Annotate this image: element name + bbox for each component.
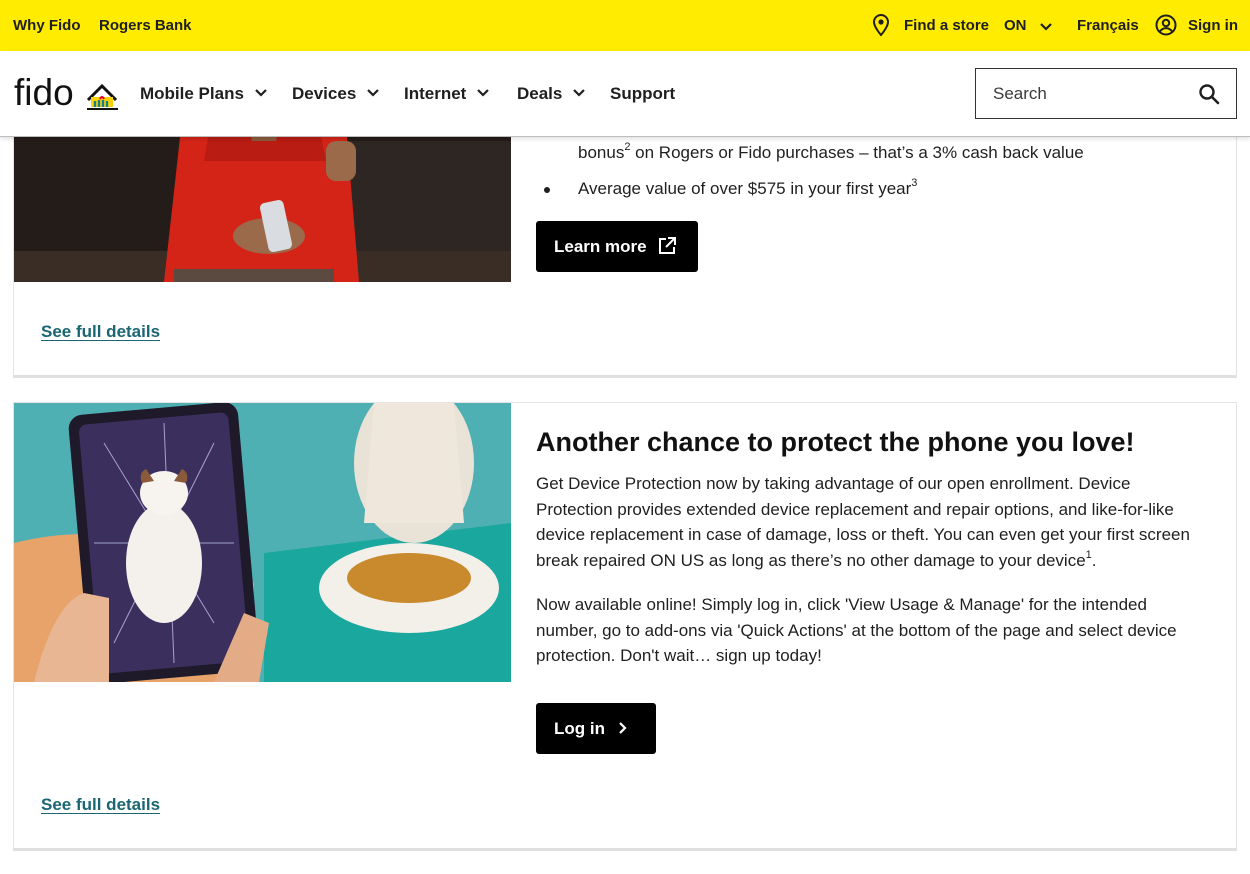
button-label: Learn more: [554, 237, 647, 256]
chevron-down-icon: [366, 83, 380, 103]
see-full-details-link[interactable]: See full details: [41, 322, 160, 342]
nav-support[interactable]: Support: [610, 84, 675, 104]
nav-label: Support: [610, 84, 676, 103]
user-circle-icon[interactable]: [1155, 14, 1177, 41]
search-box: [975, 68, 1237, 119]
chevron-right-icon: [618, 719, 628, 738]
nav-devices[interactable]: Devices: [292, 84, 380, 104]
chevron-down-icon[interactable]: [1039, 19, 1053, 37]
why-fido-link[interactable]: Why Fido: [13, 16, 81, 36]
nav-mobile-plans[interactable]: Mobile Plans: [140, 84, 268, 104]
nav-label: Internet: [404, 84, 467, 103]
location-pin-icon: [871, 13, 891, 42]
list-item: bonus2 on Rogers or Fido purchases – tha…: [578, 141, 1084, 162]
language-toggle[interactable]: Français: [1077, 16, 1139, 36]
main-header: fido Mobile Plans Devices Internet Deals…: [0, 51, 1250, 137]
nav-deals[interactable]: Deals: [517, 84, 586, 104]
rogers-bank-link[interactable]: Rogers Bank: [99, 16, 192, 36]
sign-in-link[interactable]: Sign in: [1188, 16, 1238, 36]
search-input[interactable]: [976, 69, 1191, 118]
utility-bar: Why Fido Rogers Bank Find a store ON Fra…: [0, 0, 1250, 51]
logo-text: fido: [14, 75, 74, 113]
nav-label: Mobile Plans: [140, 84, 244, 103]
nav-internet[interactable]: Internet: [404, 84, 490, 104]
dog-on-cracked-phone-image: [14, 403, 511, 682]
search-icon[interactable]: [1198, 83, 1220, 110]
description-paragraph: Get Device Protection now by taking adva…: [536, 474, 1190, 570]
button-label: Log in: [554, 719, 605, 738]
find-store-link[interactable]: Find a store: [904, 16, 989, 36]
promo-card-mastercard: bonus2 on Rogers or Fido purchases – tha…: [13, 100, 1237, 378]
nav-label: Deals: [517, 84, 563, 103]
fido-logo[interactable]: fido: [14, 72, 119, 118]
chevron-down-icon: [572, 83, 586, 103]
card-title: Another chance to protect the phone you …: [536, 427, 1135, 457]
external-link-icon: [657, 236, 677, 256]
chevron-down-icon: [254, 83, 268, 103]
province-selector[interactable]: ON: [1004, 16, 1027, 36]
see-full-details-link[interactable]: See full details: [41, 795, 160, 815]
instructions-paragraph: Now available online! Simply log in, cli…: [536, 595, 1177, 665]
learn-more-button[interactable]: Learn more: [536, 221, 698, 272]
log-in-button[interactable]: Log in: [536, 703, 656, 754]
promo-card-device-protection: Another chance to protect the phone you …: [13, 402, 1237, 851]
nav-label: Devices: [292, 84, 357, 103]
benefits-list: bonus2 on Rogers or Fido purchases – tha…: [536, 142, 1216, 200]
chevron-down-icon: [476, 83, 490, 103]
list-item: Average value of over $575 in your first…: [536, 178, 1216, 200]
